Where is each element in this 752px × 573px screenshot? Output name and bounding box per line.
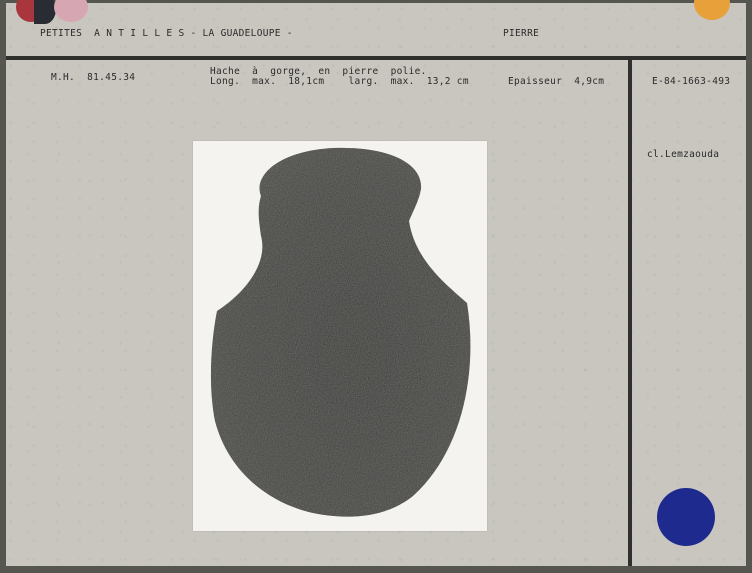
photo-credit: cl.Lemzaouda [647,149,720,160]
stone-axe-shape [210,147,471,517]
inventory-number: M.H. 81.45.34 [51,72,136,83]
header-divider [6,56,746,60]
thickness-value: Epaisseur 4,9cm [508,76,605,87]
description-line-2: Long. max. 18,1cm larg. max. 13,2 cm [210,76,469,87]
artifact-photo [193,141,487,531]
side-column-divider [628,58,632,566]
stone-axe-photo [210,147,471,517]
material-heading: PIERRE [503,28,540,39]
blue-marker-dot [657,488,715,546]
negative-number: E-84-1663-493 [652,76,731,87]
region-heading: PETITES A N T I L L E S - LA GUADELOUPE … [40,28,293,39]
